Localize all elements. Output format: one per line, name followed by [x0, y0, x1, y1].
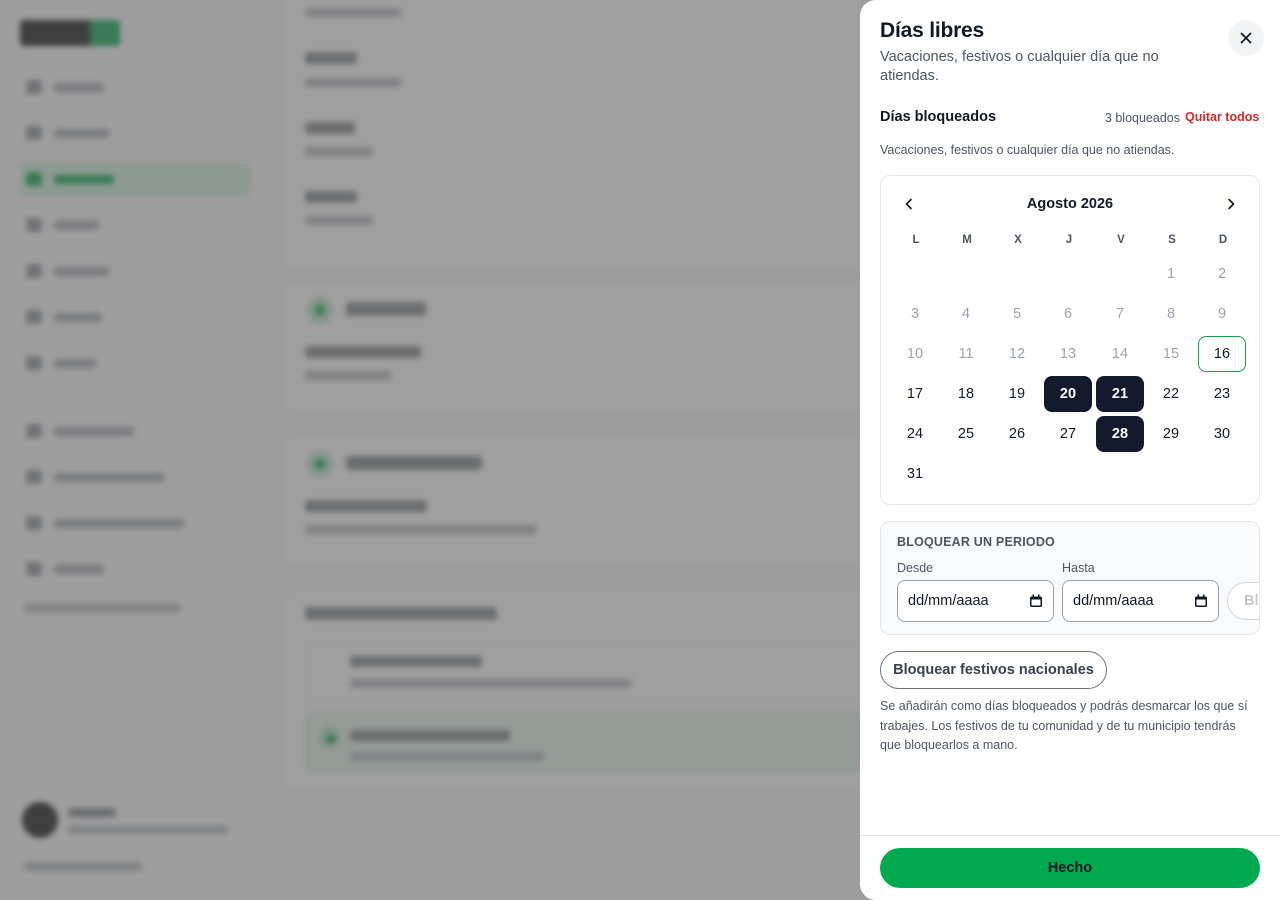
calendar-day: 6 [1063, 306, 1073, 322]
days-off-drawer: Días libres Vacaciones, festivos o cualq… [860, 0, 1280, 900]
calendar-day: 10 [906, 346, 924, 362]
calendar-day: 7 [1115, 306, 1125, 322]
calendar-month-label: Agosto 2026 [1026, 196, 1114, 212]
calendar: Agosto 2026 L M X J V S D 1 2 3 4 5 6 7 8 9 10 11 1… [880, 175, 1260, 505]
calendar-day[interactable]: 24 [891, 416, 939, 452]
calendar-day[interactable]: 23 [1198, 376, 1246, 412]
to-label: Hasta [1062, 561, 1095, 575]
done-button[interactable]: Hecho [880, 848, 1260, 888]
calendar-day: 5 [1012, 306, 1022, 322]
block-period-button[interactable]: Bloquear [1227, 582, 1259, 620]
calendar-day: 1 [1166, 266, 1176, 282]
blocked-days-heading: Días bloqueados [880, 109, 997, 125]
calendar-day[interactable]: 16 [1198, 336, 1246, 372]
calendar-day[interactable]: 30 [1198, 416, 1246, 452]
weekday-header: L [912, 234, 920, 246]
blocked-count: 3 bloqueados [1104, 111, 1180, 125]
calendar-day[interactable]: 19 [993, 376, 1041, 412]
calendar-day[interactable]: 21 [1096, 376, 1144, 412]
block-period-panel: BLOQUEAR UN PERIODO Desde Hasta dd/mm/aa… [880, 521, 1260, 635]
to-date-input[interactable]: dd/mm/aaaa [1062, 580, 1219, 622]
calendar-day: 4 [961, 306, 971, 322]
calendar-day[interactable]: 31 [891, 456, 939, 492]
calendar-day: 2 [1217, 266, 1227, 282]
calendar-day[interactable]: 20 [1044, 376, 1092, 412]
calendar-day: 14 [1111, 346, 1129, 362]
weekday-header: V [1117, 234, 1125, 246]
from-date-placeholder: dd/mm/aaaa [908, 593, 989, 609]
calendar-day[interactable]: 26 [993, 416, 1041, 452]
weekday-header: M [962, 234, 972, 246]
clear-all-button[interactable]: Quitar todos [1185, 110, 1259, 124]
calendar-day: 9 [1217, 306, 1227, 322]
calendar-day[interactable]: 22 [1147, 376, 1195, 412]
block-period-title: BLOQUEAR UN PERIODO [897, 535, 1055, 549]
close-icon [1240, 32, 1252, 44]
to-date-placeholder: dd/mm/aaaa [1073, 593, 1154, 609]
calendar-day: 15 [1162, 346, 1180, 362]
calendar-day[interactable]: 28 [1096, 416, 1144, 452]
calendar-day: 11 [958, 346, 974, 362]
calendar-day: 12 [1008, 346, 1026, 362]
drawer-footer: Hecho [860, 835, 1280, 900]
weekday-header: J [1065, 234, 1073, 246]
calendar-day: 8 [1166, 306, 1176, 322]
weekday-header: D [1218, 234, 1228, 246]
calendar-day[interactable]: 17 [891, 376, 939, 412]
calendar-icon [1030, 594, 1042, 607]
blocked-days-hint: Vacaciones, festivos o cualquier día que… [880, 143, 1175, 157]
drawer-title: Días libres [880, 19, 985, 42]
from-label: Desde [897, 561, 934, 575]
calendar-day[interactable]: 25 [942, 416, 990, 452]
weekday-header: X [1014, 234, 1022, 246]
block-national-holidays-button[interactable]: Bloquear festivos nacionales [880, 651, 1107, 689]
calendar-day[interactable]: 18 [942, 376, 990, 412]
calendar-day: 3 [910, 306, 920, 322]
drawer-subtitle: Vacaciones, festivos o cualquier día que… [880, 49, 1159, 84]
next-month-button[interactable] [1219, 192, 1243, 216]
close-button[interactable] [1228, 20, 1264, 56]
holidays-note: Se añadirán como días bloqueados y podrá… [880, 699, 1248, 752]
calendar-day[interactable]: 29 [1147, 416, 1195, 452]
calendar-day[interactable]: 27 [1044, 416, 1092, 452]
chevron-right-icon [1228, 198, 1235, 210]
calendar-icon [1195, 594, 1207, 607]
weekday-header: S [1168, 234, 1176, 246]
from-date-input[interactable]: dd/mm/aaaa [897, 580, 1054, 622]
calendar-day: 13 [1059, 346, 1077, 362]
